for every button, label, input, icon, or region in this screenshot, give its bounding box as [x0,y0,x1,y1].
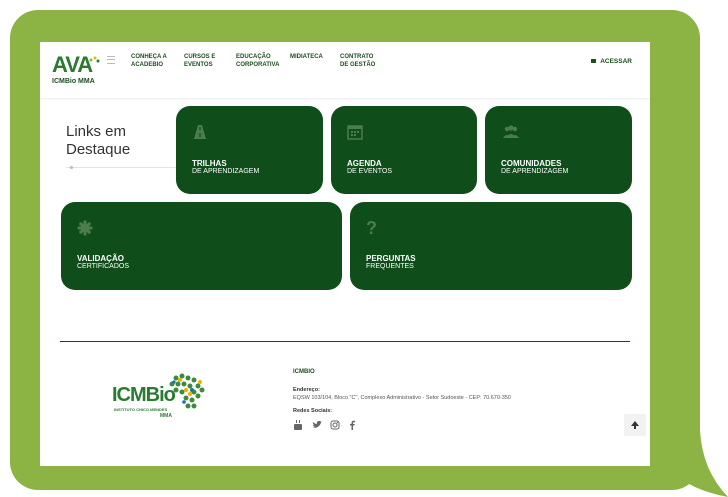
top-navigation: AVA ICMBio MMA CONHEÇA A ACADEBIO CURSOS… [40,42,650,98]
browser-screen: AVA ICMBio MMA CONHEÇA A ACADEBIO CURSOS… [40,42,650,466]
card-agenda[interactable]: AGENDA DE EVENTOS [331,106,477,194]
nav-midiateca[interactable]: MIDIATECA [290,53,323,61]
users-icon [503,125,519,138]
nav-cursos-eventos[interactable]: CURSOS E EVENTOS [184,53,215,69]
icmbio-logo: ICMBio INSTITUTO CHICO MENDES MMA [112,370,222,422]
logo-title: AVA [52,52,93,77]
logo-leaves-icon [89,56,100,63]
card-perguntas[interactable]: ? PERGUNTAS FREQUENTES [350,202,632,290]
arrow-up-icon [631,421,639,429]
nav-educacao-corporativa[interactable]: EDUCAÇÃO CORPORATIVA [236,53,279,69]
footer-divider [60,341,630,342]
twitter-icon[interactable] [312,420,322,430]
card-validacao[interactable]: VALIDAÇÃO CERTIFICADOS [61,202,342,290]
card-trilhas[interactable]: TRILHAS DE APRENDIZAGEM [176,106,323,194]
lock-icon [591,59,597,63]
ava-logo[interactable]: AVA ICMBio MMA [52,54,106,90]
card-comunidades[interactable]: COMUNIDADES DE APRENDIZAGEM [485,106,632,194]
road-icon [194,125,206,139]
certificate-icon [77,220,93,236]
calendar-icon [347,125,363,140]
brazil-map-icon [169,373,205,409]
footer-org-name: ICMBIO [293,369,315,375]
heading-underline [66,166,176,169]
footer-address-label: Endereço: [293,387,320,393]
speech-bubble-tail [650,430,728,497]
logo-subtitle: ICMBio MMA [52,78,95,85]
footer-address: EQSW 103/104, Bloco "C", Complexo Admini… [293,395,511,401]
nav-conheca-acadebio[interactable]: CONHEÇA A ACADEBIO [131,53,167,69]
facebook-icon[interactable] [347,420,357,430]
back-to-top-button[interactable] [624,414,646,436]
login-link[interactable]: ACESSAR [591,58,632,65]
youtube-icon[interactable] [293,420,303,430]
menu-toggle-icon[interactable] [107,56,115,64]
question-icon: ? [366,218,377,238]
footer-social-label: Redes Sociais: [293,408,333,414]
instagram-icon[interactable] [330,420,340,430]
links-destaque-heading: Links em Destaque [66,123,131,158]
nav-contrato-gestao[interactable]: CONTRATO DE GESTÃO [340,53,375,69]
